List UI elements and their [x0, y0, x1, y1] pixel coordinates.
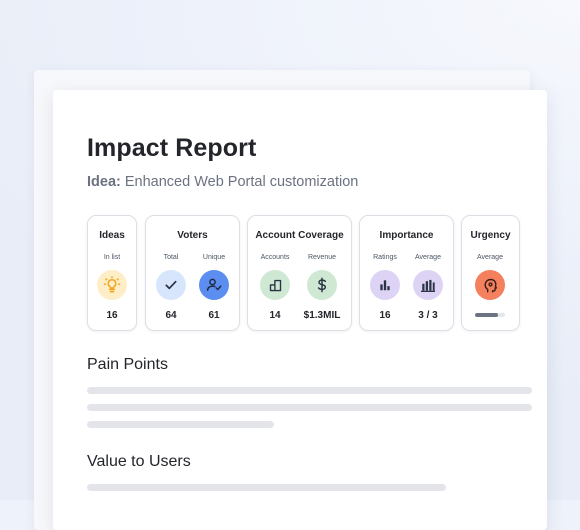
dollar-icon	[307, 270, 337, 300]
coverage-revenue: Revenue $1.3MIL	[297, 252, 347, 321]
urgency-card[interactable]: Urgency Average	[461, 215, 520, 331]
urgency-level-bar	[475, 313, 505, 317]
importance-average: Average 3 / 3	[403, 252, 453, 321]
idea-label: Idea:	[87, 174, 121, 190]
account-coverage-card[interactable]: Account Coverage Accounts 14 Revenue $1.…	[247, 215, 352, 331]
revenue-value: $1.3MIL	[303, 310, 341, 321]
bar-chart-icon	[370, 270, 400, 300]
importance-average-value: 3 / 3	[418, 310, 438, 321]
pain-points-placeholder-line	[87, 404, 532, 411]
urgency-head-icon	[475, 270, 505, 300]
urgency-card-title: Urgency	[470, 230, 511, 241]
user-check-icon	[199, 270, 229, 300]
account-coverage-card-title: Account Coverage	[255, 230, 344, 241]
unique-label: Unique	[202, 254, 226, 261]
check-icon	[156, 270, 186, 300]
urgency-level-fill	[475, 313, 498, 317]
value-to-users-heading: Value to Users	[87, 453, 191, 470]
voters-unique: Unique 61	[189, 252, 239, 321]
importance-average-label: Average	[415, 254, 441, 261]
in-list-label: In list	[103, 254, 121, 261]
accounts-label: Accounts	[260, 254, 290, 261]
bar-chart-icon	[413, 270, 443, 300]
ideas-in-list: In list 16	[87, 252, 137, 321]
ideas-card[interactable]: Ideas In list 16	[87, 215, 137, 331]
voters-card[interactable]: Voters Total 64 Unique 61	[145, 215, 240, 331]
importance-card-title: Importance	[379, 230, 434, 241]
urgency-average: Average	[465, 252, 515, 317]
page-title: Impact Report	[87, 134, 257, 162]
impact-report-panel: Impact Report Idea: Enhanced Web Portal …	[53, 90, 547, 530]
importance-card[interactable]: Importance Ratings 16 Average 3 / 3	[359, 215, 454, 331]
ideas-count: 16	[106, 310, 118, 321]
pain-points-heading: Pain Points	[87, 356, 168, 373]
unique-voters-count: 61	[208, 310, 220, 321]
coverage-accounts: Accounts 14	[250, 252, 300, 321]
value-to-users-placeholder-line	[87, 484, 446, 491]
pain-points-placeholder-line	[87, 387, 532, 394]
urgency-average-label: Average	[477, 254, 503, 261]
accounts-count: 14	[269, 310, 281, 321]
revenue-label: Revenue	[307, 254, 337, 261]
idea-subtitle: Idea: Enhanced Web Portal customization	[87, 174, 358, 190]
ideas-card-title: Ideas	[99, 230, 125, 241]
building-icon	[260, 270, 290, 300]
pain-points-placeholder-line	[87, 421, 274, 428]
voters-card-title: Voters	[177, 230, 208, 241]
idea-name: Enhanced Web Portal customization	[124, 174, 359, 190]
lightbulb-icon	[97, 270, 127, 300]
